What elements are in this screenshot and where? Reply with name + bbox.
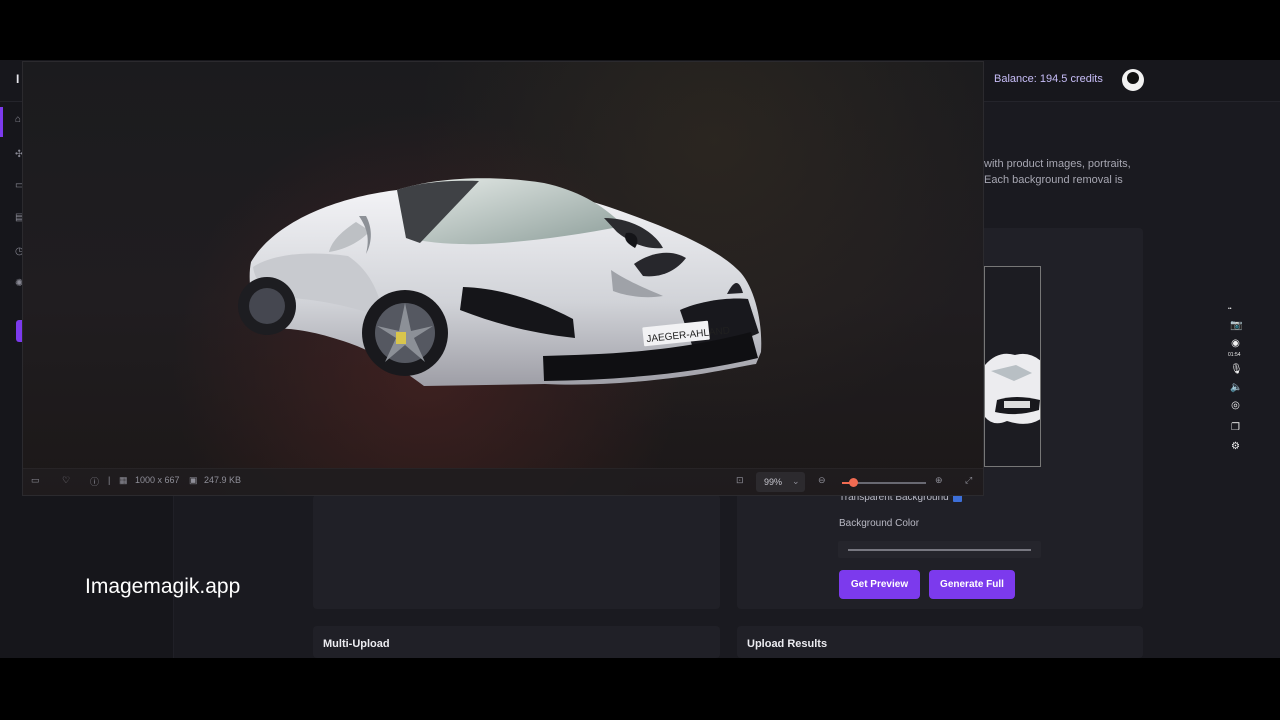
fit-screen-icon[interactable]: ⊡ xyxy=(736,475,744,486)
upload-results-title: Upload Results xyxy=(747,638,828,650)
description-line: with product images, portraits, xyxy=(984,158,1131,170)
file-size: 247.9 KB xyxy=(204,475,242,485)
monitor-toggle-icon[interactable]: ▭ xyxy=(31,475,40,486)
multi-upload-title: Multi-Upload xyxy=(323,638,390,650)
get-preview-button[interactable]: Get Preview xyxy=(839,570,920,599)
chevron-down-icon: ⌄ xyxy=(792,476,800,486)
generate-full-button[interactable]: Generate Full xyxy=(929,570,1015,599)
processed-preview xyxy=(984,266,1041,467)
image-dimensions: 1000 x 667 xyxy=(135,475,180,485)
zoom-level-select[interactable]: 99% ⌄ xyxy=(756,472,805,492)
zoom-out-icon[interactable]: ⊖ xyxy=(818,475,826,486)
tool-description: with product images, portraits, Each bac… xyxy=(984,156,1154,188)
viewer-toolbar: ▭ ♡ ⓘ | ▦ 1000 x 667 ▣ 247.9 KB ⊡ 99% ⌄ … xyxy=(23,468,983,495)
site-watermark: Imagemagik.app xyxy=(85,575,241,598)
car-image: JAEGER-AHLAND xyxy=(238,178,762,386)
image-viewer: JAEGER-AHLAND ▭ ♡ ⓘ | ▦ 1000 x 667 ▣ 247… xyxy=(22,61,984,496)
car-preview-image xyxy=(985,353,1040,424)
speaker-icon[interactable]: 🔈 xyxy=(1230,382,1242,393)
mic-icon[interactable]: 🎙 xyxy=(1230,364,1243,375)
sidebar-active-indicator xyxy=(0,107,3,137)
expand-icon[interactable]: ⤢ xyxy=(965,475,972,486)
credit-balance: Balance: 194.5 credits xyxy=(994,73,1103,85)
background-color-picker[interactable] xyxy=(838,541,1041,558)
multi-upload-panel: Multi-Upload xyxy=(313,626,720,658)
heart-icon[interactable]: ♡ xyxy=(62,475,70,486)
recording-dock: •• 📷 ◉ 01:54 🎙 🔈 ◎ ❐ ⚙ xyxy=(1227,306,1244,456)
file-size-icon: ▣ xyxy=(189,475,198,485)
upload-panel xyxy=(313,495,720,609)
toolbar-divider: | xyxy=(108,475,111,485)
dock-handle[interactable]: •• xyxy=(1228,306,1232,312)
gear-icon[interactable]: ⚙ xyxy=(1230,441,1241,452)
camera-icon[interactable]: 📷 xyxy=(1230,320,1242,331)
window-icon[interactable]: ❐ xyxy=(1230,422,1241,433)
zoom-level-value: 99% xyxy=(764,477,783,487)
zoom-slider-handle[interactable] xyxy=(849,478,858,487)
background-color-label: Background Color xyxy=(839,518,920,529)
info-icon[interactable]: ⓘ xyxy=(90,475,99,488)
webcam-icon[interactable]: ◎ xyxy=(1230,400,1241,411)
record-timer: 01:54 xyxy=(1228,352,1241,358)
app-brand: I xyxy=(16,72,20,86)
dimensions-icon: ▦ xyxy=(119,475,128,485)
user-avatar[interactable] xyxy=(1122,69,1144,91)
home-icon[interactable]: ⌂ xyxy=(15,114,21,125)
record-icon[interactable]: ◉ xyxy=(1230,338,1241,349)
upload-results-panel: Upload Results xyxy=(737,626,1143,658)
zoom-in-icon[interactable]: ⊕ xyxy=(935,475,943,486)
description-line: Each background removal is xyxy=(984,174,1123,186)
